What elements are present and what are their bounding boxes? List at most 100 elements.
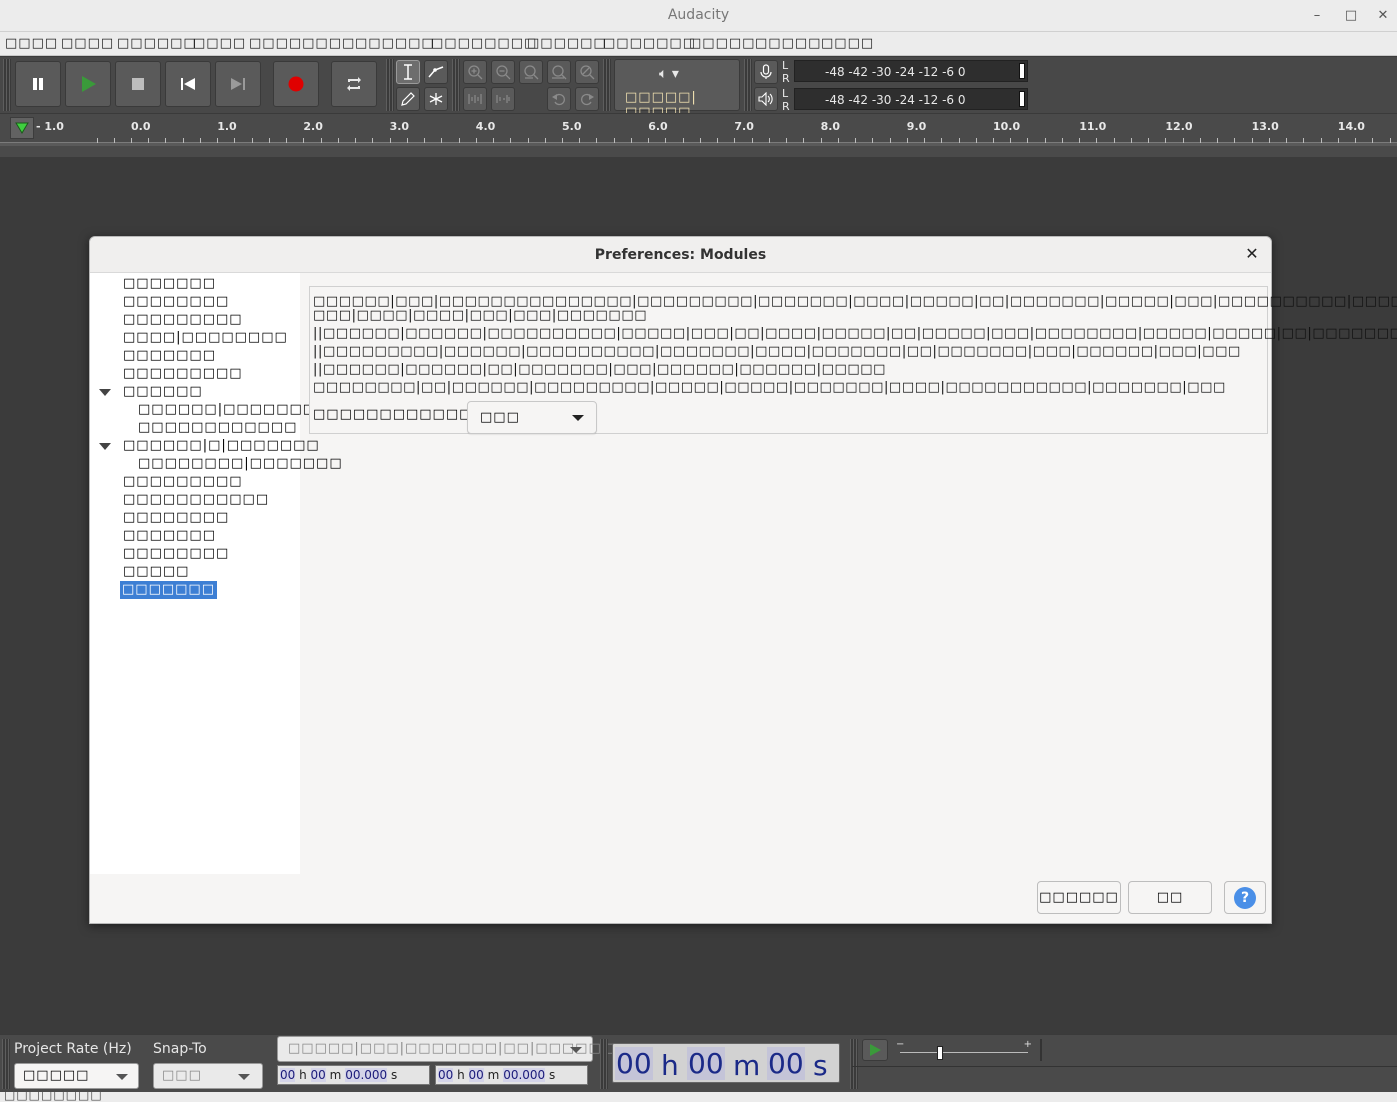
help-button[interactable]: ? — [1224, 881, 1266, 914]
zoom-out-button[interactable] — [491, 60, 515, 84]
tree-item[interactable]: □□□□□□|□|□□□□□□□ — [123, 437, 320, 455]
tree-item[interactable]: □□□□□□□□□□□□ — [138, 419, 297, 437]
ruler-tick — [234, 138, 235, 143]
stop-button[interactable] — [115, 61, 161, 107]
play-speed-slider[interactable]: − + — [896, 1039, 1032, 1060]
play-button[interactable] — [65, 61, 111, 107]
tree-item[interactable]: □□□□□□□□□ — [123, 473, 243, 491]
tree-item[interactable]: □□□□□□ — [123, 383, 203, 401]
silence-audio-button[interactable] — [491, 87, 515, 111]
menu-item-9[interactable]: □□□□□□□ — [603, 36, 696, 51]
expand-arrow-icon[interactable] — [99, 443, 111, 450]
menu-item-10[interactable]: □□□□□ — [689, 36, 755, 51]
trim-audio-button[interactable] — [463, 87, 487, 111]
play-at-speed-button[interactable] — [862, 1039, 888, 1061]
slider-track — [900, 1052, 1028, 1053]
dialog-close-button[interactable]: ✕ — [1243, 245, 1261, 263]
maximize-button[interactable]: □ — [1340, 5, 1362, 27]
loop-icon — [347, 77, 361, 91]
tree-item[interactable]: □□□□□ — [123, 563, 189, 581]
tree-item[interactable]: □□□□□□□□□ — [123, 365, 243, 383]
zoom-in-button[interactable] — [463, 60, 487, 84]
tree-item[interactable]: □□□□□□□□ — [123, 293, 229, 311]
playback-meter-handle[interactable] — [1019, 91, 1025, 107]
playback-meter[interactable]: -48 -42 -30 -24 -12 -6 0 — [794, 88, 1028, 110]
meter-right-label: R — [782, 100, 790, 113]
recording-meter-handle[interactable] — [1019, 63, 1025, 79]
undo-button[interactable] — [547, 87, 571, 111]
menu-item-2[interactable]: □□□□ — [61, 36, 114, 51]
ok-button[interactable]: □□ — [1128, 881, 1212, 914]
snap-to-value: □□□ — [162, 1068, 202, 1083]
skip-to-end-button[interactable] — [215, 61, 261, 107]
expand-arrow-icon[interactable] — [99, 389, 111, 396]
tree-item[interactable]: □□□□□□□ — [123, 347, 216, 365]
redo-icon — [581, 93, 594, 106]
tree-item[interactable]: □□□□□□□ — [123, 275, 216, 293]
audio-setup-button[interactable]: 🔈︎ ▾ □□□□□|□□□□□ — [614, 59, 740, 120]
edit-toolbar-grip[interactable] — [452, 59, 460, 111]
tree-item[interactable]: □□□□□□□ — [123, 527, 216, 545]
playback-meter-button[interactable] — [754, 87, 778, 111]
menu-item-6[interactable]: □□□□□□ — [355, 36, 435, 51]
zoom-toggle-button[interactable] — [575, 60, 599, 84]
tree-item[interactable]: □□□□□□□□ — [123, 545, 229, 563]
minimize-button[interactable]: – — [1306, 5, 1328, 27]
redo-button[interactable] — [575, 87, 599, 111]
loop-button[interactable] — [331, 61, 377, 107]
draw-tool-button[interactable] — [396, 87, 420, 111]
fit-project-button[interactable] — [547, 60, 571, 84]
tree-item[interactable]: □□□□□□□□□□□ — [123, 491, 269, 509]
timeline-ruler[interactable]: - 1.0 0.0 1.0 2.0 3.0 4.0 5.0 6.0 7.0 8.0 9.0 10.0 1… — [0, 113, 1397, 157]
close-window-button[interactable]: ✕ — [1372, 5, 1394, 27]
menu-item-12[interactable]: □□□□ — [821, 36, 874, 51]
menu-item-7[interactable]: □□□□□□□□ — [431, 36, 537, 51]
play-head-button[interactable] — [10, 117, 34, 139]
menu-item-11[interactable]: □□□□□ — [755, 36, 821, 51]
menu-item-5[interactable]: □□□□□□□□ — [249, 36, 355, 51]
menu-item-1[interactable]: □□□□ — [5, 36, 58, 51]
fit-selection-button[interactable] — [519, 60, 543, 84]
device-toolbar-grip[interactable] — [603, 59, 611, 111]
preferences-category-tree[interactable]: □□□□□□□ □□□□□□□□ □□□□□□□□□ □□□□|□□□□□□□□ □□□… — [90, 273, 368, 874]
time-toolbar-grip[interactable] — [600, 1039, 608, 1089]
pause-button[interactable] — [15, 61, 61, 107]
ruler-tick — [1234, 138, 1235, 143]
selection-mode-combo[interactable]: □□□□□|□□□|□□□□□□□|□□|□□□□□□□□□□ — [277, 1036, 667, 1062]
multi-tool-button[interactable] — [424, 87, 448, 111]
meter-toolbar-grip[interactable] — [744, 59, 752, 111]
menu-item-4[interactable]: □□□□ — [193, 36, 246, 51]
selection-start-time[interactable]: 00 h 00 m 00.000 s — [277, 1065, 430, 1085]
record-button[interactable] — [273, 61, 319, 107]
slider-thumb[interactable] — [937, 1046, 943, 1060]
tools-toolbar-grip[interactable] — [386, 59, 394, 111]
module-mode-select[interactable]: □□□ — [467, 401, 597, 434]
tree-item[interactable]: □□□□□□□□□ — [123, 311, 243, 329]
position-s-unit: s — [813, 1049, 828, 1082]
tree-item[interactable]: □□□□|□□□□□□□□ — [123, 329, 288, 347]
tree-item[interactable]: □□□□□□□ — [119, 580, 218, 600]
ruler-tick-label: 7.0 — [734, 120, 754, 133]
play-at-speed-toolbar-grip[interactable] — [850, 1039, 858, 1089]
undo-icon — [552, 93, 565, 106]
cancel-button[interactable]: □□□□□□ — [1037, 881, 1121, 914]
project-rate-combo[interactable]: □□□□□ — [14, 1063, 139, 1089]
tree-item[interactable]: □□□□□□□□ — [123, 509, 229, 527]
selection-toolbar-grip[interactable] — [2, 1039, 10, 1089]
ruler-tick — [907, 138, 908, 143]
snap-to-combo[interactable]: □□□ — [153, 1063, 263, 1089]
selection-end-time[interactable]: 00 h 00 m 00.000 s — [435, 1065, 588, 1085]
ruler-tick — [1027, 138, 1028, 143]
menu-item-3[interactable]: □□□□□□ — [117, 36, 197, 51]
skip-to-start-button[interactable] — [165, 61, 211, 107]
menu-item-8[interactable]: □□□□□□ — [527, 36, 607, 51]
recording-meter[interactable]: -48 -42 -30 -24 -12 -6 0 — [794, 60, 1028, 82]
record-meter-button[interactable] — [754, 60, 778, 84]
meter-right-label: R — [782, 72, 790, 85]
tree-item[interactable]: □□□□□□□□|□□□□□□□ — [138, 455, 343, 473]
selection-tool-button[interactable] — [396, 60, 420, 84]
audio-position-display[interactable]: 00 h 00 m 00 s — [612, 1043, 840, 1083]
transport-toolbar-grip[interactable] — [3, 59, 11, 111]
envelope-tool-button[interactable] — [424, 60, 448, 84]
dialog-title: Preferences: Modules — [594, 247, 767, 263]
